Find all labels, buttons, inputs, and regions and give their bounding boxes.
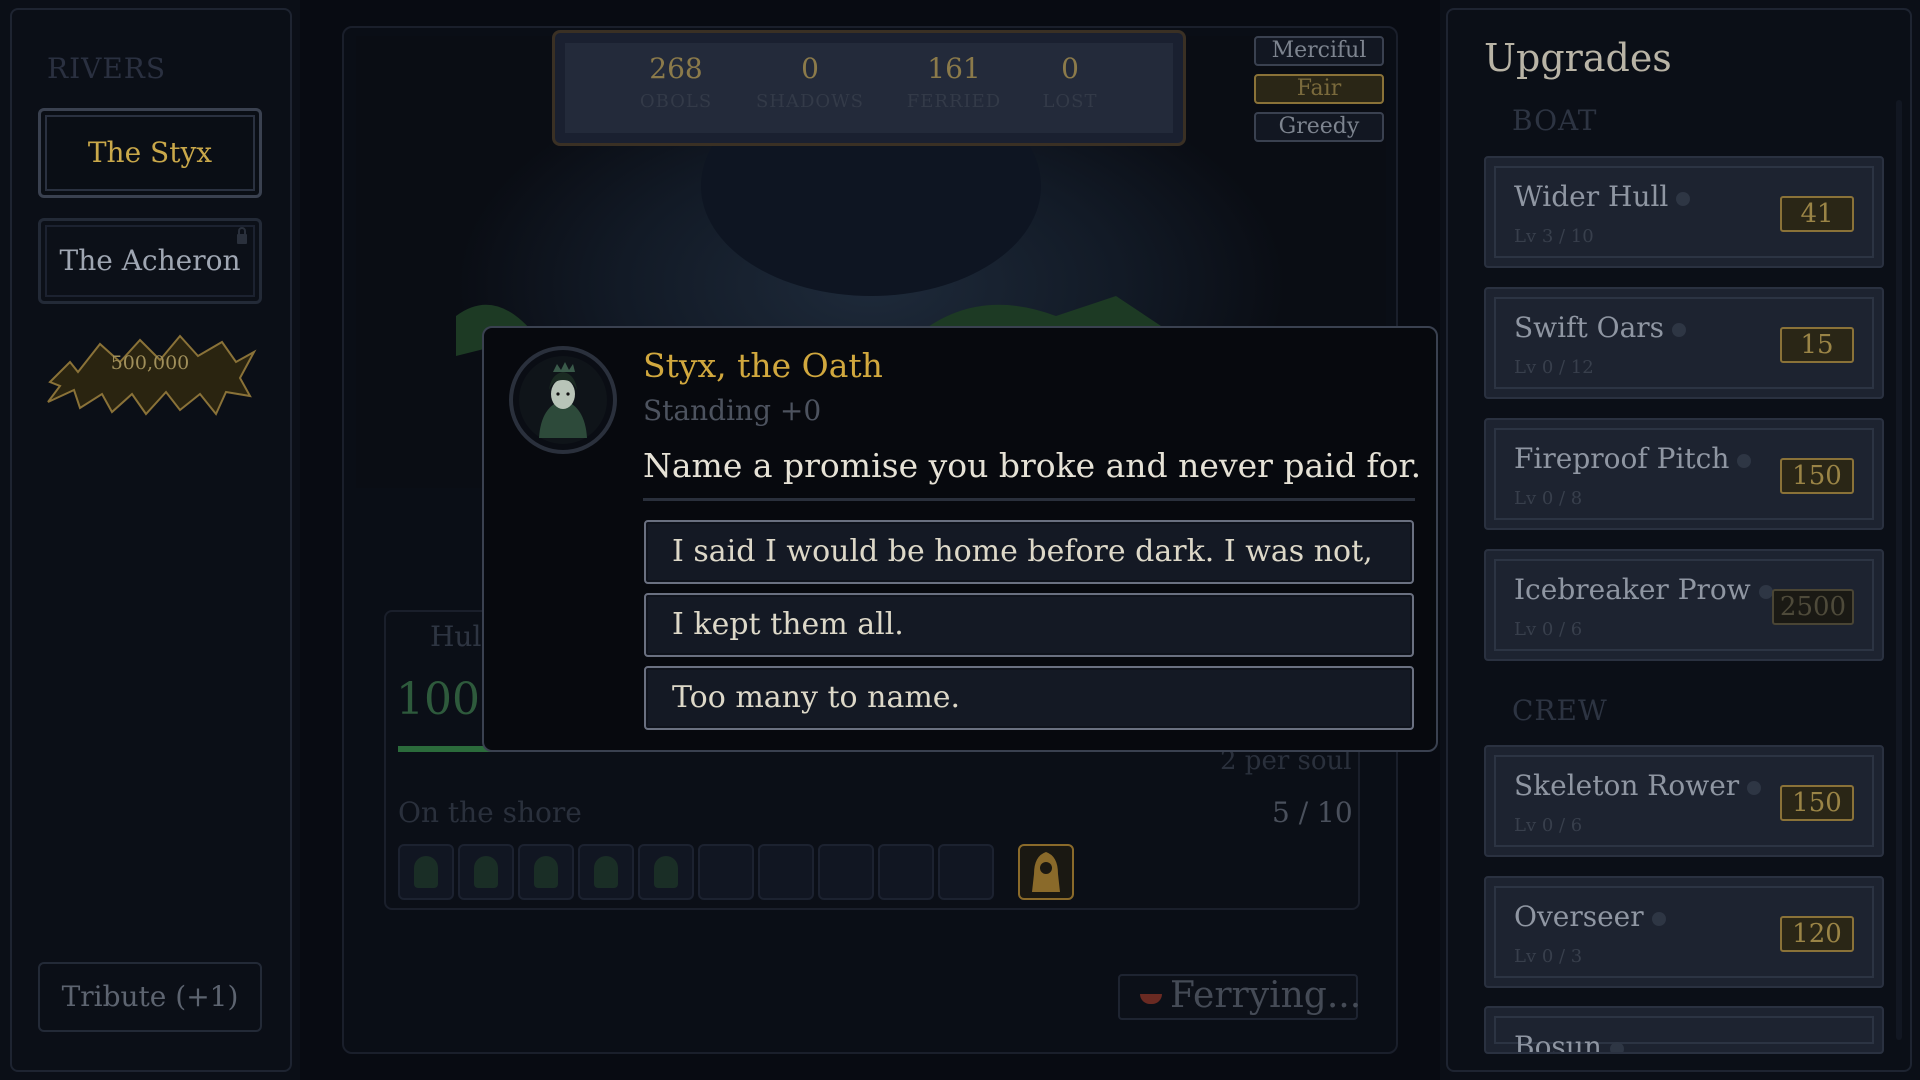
soul-icon xyxy=(474,856,498,888)
shore-slot-empty xyxy=(878,844,934,900)
dialog-choice-1[interactable]: I said I would be home before dark. I wa… xyxy=(644,520,1414,629)
tribute-button[interactable]: Tribute (+1) xyxy=(38,962,262,1032)
river-button-acheron[interactable]: The Acheron xyxy=(38,218,262,304)
shore-slot[interactable] xyxy=(398,844,454,900)
info-icon[interactable] xyxy=(1672,322,1687,337)
stat-shadows-label: SHADOWS xyxy=(755,91,865,112)
dialog-divider xyxy=(643,498,1415,501)
lock-icon xyxy=(237,227,247,244)
upgrade-name: Wider Hull xyxy=(1514,180,1691,213)
rivers-heading: RIVERS xyxy=(47,52,167,85)
info-icon[interactable] xyxy=(1609,1041,1624,1052)
dialog-prompt: Name a promise you broke and never paid … xyxy=(643,446,1422,485)
upgrade-card-skeleton-rower[interactable]: Skeleton Rower Lv 0 / 6 150 xyxy=(1484,745,1884,857)
upgrades-scrollbar[interactable] xyxy=(1896,100,1902,1040)
stat-shadows: 0 SHADOWS xyxy=(740,52,880,112)
stat-obols-value: 268 xyxy=(649,52,703,85)
dialog-choice-2[interactable]: I kept them all. xyxy=(644,593,1414,657)
standing-label: Standing +0 xyxy=(643,394,822,427)
upgrade-cost-button[interactable]: 15 xyxy=(1780,327,1854,363)
speaker-portrait xyxy=(509,346,617,454)
stat-lost: 0 LOST xyxy=(1000,52,1140,112)
upgrade-level: Lv 3 / 10 xyxy=(1514,226,1594,247)
shore-label: On the shore xyxy=(398,796,582,829)
upgrade-name: Skeleton Rower xyxy=(1514,769,1762,802)
upgrades-title: Upgrades xyxy=(1484,36,1672,80)
upgrade-name: Icebreaker Prow xyxy=(1514,573,1773,606)
upgrade-level: Lv 0 / 3 xyxy=(1514,946,1583,967)
boat-icon xyxy=(1140,994,1162,1004)
river-button-styx[interactable]: The Styx xyxy=(38,108,262,198)
upgrade-level: Lv 0 / 6 xyxy=(1514,619,1583,640)
soul-icon xyxy=(534,856,558,888)
upgrade-card-bosun[interactable]: Bosun xyxy=(1484,1006,1884,1054)
upgrade-cost-button[interactable]: 41 xyxy=(1780,196,1854,232)
soul-icon xyxy=(594,856,618,888)
upgrade-level: Lv 0 / 12 xyxy=(1514,357,1594,378)
stat-obols-label: OBOLS xyxy=(639,91,713,112)
stat-lost-value: 0 xyxy=(1061,52,1079,85)
upgrade-name: Fireproof Pitch xyxy=(1514,442,1752,475)
shore-count: 5 / 10 xyxy=(1272,796,1353,829)
upgrade-name: Overseer xyxy=(1514,900,1666,933)
shore-slot-empty xyxy=(938,844,994,900)
shore-slot-empty xyxy=(758,844,814,900)
hull-value: 100 xyxy=(396,674,480,725)
upgrade-cost-button[interactable]: 2500 xyxy=(1772,589,1854,625)
upgrade-card-icebreaker-prow[interactable]: Icebreaker Prow Lv 0 / 6 2500 xyxy=(1484,549,1884,661)
section-heading-boat: BOAT xyxy=(1512,104,1598,137)
speaker-name: Styx, the Oath xyxy=(643,346,883,385)
upgrade-card-fireproof-pitch[interactable]: Fireproof Pitch Lv 0 / 8 150 xyxy=(1484,418,1884,530)
info-icon[interactable] xyxy=(1737,453,1752,468)
shore-slot[interactable] xyxy=(518,844,574,900)
shore-slot[interactable] xyxy=(578,844,634,900)
hooded-figure-icon xyxy=(1032,852,1060,892)
info-icon[interactable] xyxy=(1747,780,1762,795)
splash-value: 500,000 xyxy=(110,352,190,374)
mode-fair-button[interactable]: Fair xyxy=(1254,74,1384,104)
shore-slot-empty xyxy=(818,844,874,900)
info-icon[interactable] xyxy=(1758,584,1773,599)
ferrying-label: Ferrying... xyxy=(1170,975,1362,1016)
upgrade-card-overseer[interactable]: Overseer Lv 0 / 3 120 xyxy=(1484,876,1884,988)
shore-slot[interactable] xyxy=(458,844,514,900)
upgrade-cost-button[interactable]: 150 xyxy=(1780,785,1854,821)
goddess-portrait-icon xyxy=(519,356,607,444)
ferrying-button[interactable]: Ferrying... xyxy=(1118,974,1362,1020)
upgrade-name: Swift Oars xyxy=(1514,311,1687,344)
stat-obols: 268 OBOLS xyxy=(606,52,746,112)
upgrade-card-swift-oars[interactable]: Swift Oars Lv 0 / 12 15 xyxy=(1484,287,1884,399)
soul-icon xyxy=(654,856,678,888)
section-heading-crew: CREW xyxy=(1512,694,1608,727)
info-icon[interactable] xyxy=(1651,911,1666,926)
mode-merciful-button[interactable]: Merciful xyxy=(1254,36,1384,66)
stat-lost-label: LOST xyxy=(1042,91,1098,112)
ferryman-slot[interactable] xyxy=(1018,844,1074,900)
upgrade-level: Lv 0 / 6 xyxy=(1514,815,1583,836)
shore-slot[interactable] xyxy=(638,844,694,900)
upgrade-card-wider-hull[interactable]: Wider Hull Lv 3 / 10 41 xyxy=(1484,156,1884,268)
dialog-choice-3[interactable]: Too many to name. xyxy=(644,666,1414,730)
stat-shadows-value: 0 xyxy=(801,52,819,85)
info-icon[interactable] xyxy=(1676,191,1691,206)
upgrade-name: Bosun xyxy=(1514,1030,1624,1052)
mode-greedy-button[interactable]: Greedy xyxy=(1254,112,1384,142)
shore-slot-empty xyxy=(698,844,754,900)
soul-icon xyxy=(414,856,438,888)
upgrade-cost-button[interactable]: 120 xyxy=(1780,916,1854,952)
river-label-acheron: The Acheron xyxy=(59,244,241,277)
upgrade-level: Lv 0 / 8 xyxy=(1514,488,1583,509)
upgrade-cost-button[interactable]: 150 xyxy=(1780,458,1854,494)
